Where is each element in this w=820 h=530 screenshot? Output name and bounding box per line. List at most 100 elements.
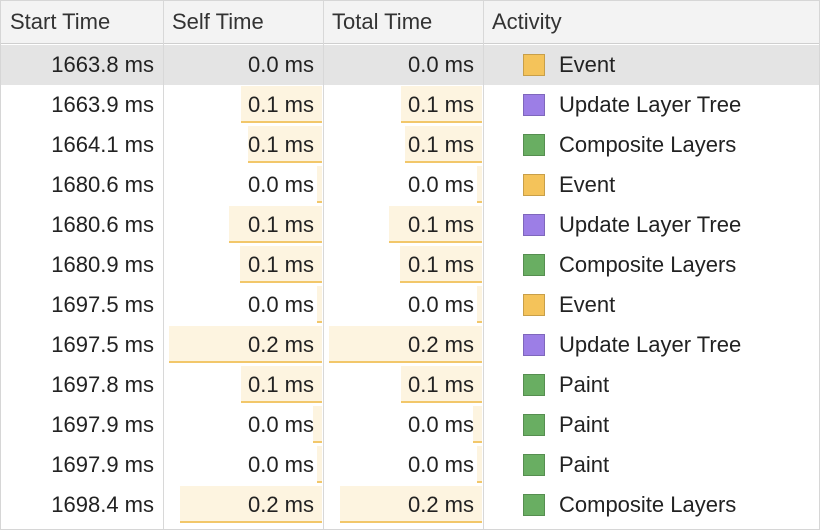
start-time-cell: 1697.9 ms: [1, 405, 163, 445]
self-time-cell: 0.1 ms: [163, 245, 323, 285]
table-row[interactable]: 1697.5 ms 0.0 ms 0.0 ms Event: [1, 285, 819, 325]
composite-layers-swatch-icon: [523, 134, 545, 156]
column-divider[interactable]: [483, 1, 484, 529]
start-time-cell-text: 1697.9 ms: [51, 452, 154, 477]
total-time-cell-text: 0.0 ms: [407, 52, 474, 77]
table-row[interactable]: 1680.9 ms 0.1 ms 0.1 ms Composite Layers: [1, 245, 819, 285]
self-time-cell: 0.0 ms: [163, 445, 323, 485]
update-layer-tree-swatch-icon: [523, 214, 545, 236]
start-time-cell: 1680.6 ms: [1, 165, 163, 205]
start-time-cell-text: 1680.6 ms: [51, 212, 154, 237]
start-time-cell: 1698.4 ms: [1, 485, 163, 525]
table-row[interactable]: 1663.9 ms 0.1 ms 0.1 ms Update Layer Tree: [1, 85, 819, 125]
total-time-cell: 0.0 ms: [323, 165, 483, 205]
self-time-cell: 0.1 ms: [163, 125, 323, 165]
table-row[interactable]: 1680.6 ms 0.0 ms 0.0 ms Event: [1, 165, 819, 205]
activity-label: Paint: [559, 412, 610, 437]
total-time-cell: 0.1 ms: [323, 365, 483, 405]
activity-label: Paint: [559, 372, 610, 397]
table-row[interactable]: 1663.8 ms 0.0 ms 0.0 ms Event: [1, 45, 819, 85]
total-time-cell: 0.0 ms: [323, 45, 483, 85]
total-time-cell-text: 0.1 ms: [407, 132, 474, 157]
paint-swatch-icon: [523, 414, 545, 436]
start-time-cell-text: 1697.8 ms: [51, 372, 154, 397]
start-time-cell: 1697.9 ms: [1, 445, 163, 485]
self-time-cell: 0.2 ms: [163, 325, 323, 365]
table-row[interactable]: 1680.6 ms 0.1 ms 0.1 ms Update Layer Tree: [1, 205, 819, 245]
start-time-cell-text: 1680.9 ms: [51, 252, 154, 277]
activity-label: Update Layer Tree: [559, 92, 742, 117]
activity-label: Composite Layers: [559, 132, 737, 157]
self-time-cell-text: 0.1 ms: [247, 92, 314, 117]
table-row[interactable]: 1698.4 ms 0.2 ms 0.2 ms Composite Layers: [1, 485, 819, 525]
total-time-cell: 0.0 ms: [323, 405, 483, 445]
self-time-cell-text: 0.1 ms: [247, 132, 314, 157]
self-time-cell-text: 0.1 ms: [247, 372, 314, 397]
table-row[interactable]: 1697.5 ms 0.2 ms 0.2 ms Update Layer Tree: [1, 325, 819, 365]
start-time-cell-text: 1697.9 ms: [51, 412, 154, 437]
table-header: Start Time Self Time Total Time Activity: [1, 1, 819, 44]
total-time-cell-text: 0.0 ms: [407, 292, 474, 317]
self-time-cell-text: 0.1 ms: [247, 212, 314, 237]
column-header-self-time[interactable]: Self Time: [163, 1, 323, 43]
activity-label: Composite Layers: [559, 492, 737, 517]
total-time-cell-text: 0.2 ms: [407, 492, 474, 517]
self-time-cell-text: 0.0 ms: [247, 52, 314, 77]
event-log-table: Start Time Self Time Total Time Activity…: [0, 0, 820, 530]
activity-label: Composite Layers: [559, 252, 737, 277]
table-row[interactable]: 1664.1 ms 0.1 ms 0.1 ms Composite Layers: [1, 125, 819, 165]
start-time-cell: 1663.9 ms: [1, 85, 163, 125]
event-swatch-icon: [523, 294, 545, 316]
start-time-cell-text: 1697.5 ms: [51, 292, 154, 317]
composite-layers-swatch-icon: [523, 494, 545, 516]
self-time-cell: 0.0 ms: [163, 285, 323, 325]
start-time-cell: 1680.6 ms: [1, 205, 163, 245]
start-time-cell: 1663.8 ms: [1, 45, 163, 85]
start-time-cell: 1697.8 ms: [1, 365, 163, 405]
composite-layers-swatch-icon: [523, 254, 545, 276]
self-time-cell-text: 0.1 ms: [247, 252, 314, 277]
self-time-cell: 0.1 ms: [163, 205, 323, 245]
paint-swatch-icon: [523, 454, 545, 476]
total-time-cell-text: 0.0 ms: [407, 452, 474, 477]
self-time-cell-text: 0.2 ms: [247, 332, 314, 357]
start-time-cell: 1697.5 ms: [1, 285, 163, 325]
paint-swatch-icon: [523, 374, 545, 396]
column-header-start-time[interactable]: Start Time: [1, 1, 163, 43]
self-time-cell: 0.1 ms: [163, 85, 323, 125]
table-row[interactable]: 1697.9 ms 0.0 ms 0.0 ms Paint: [1, 445, 819, 485]
total-time-cell-text: 0.0 ms: [407, 412, 474, 437]
column-divider[interactable]: [323, 1, 324, 529]
table-row[interactable]: 1697.9 ms 0.0 ms 0.0 ms Paint: [1, 405, 819, 445]
table-row[interactable]: 1697.8 ms 0.1 ms 0.1 ms Paint: [1, 365, 819, 405]
start-time-cell: 1697.5 ms: [1, 325, 163, 365]
total-time-cell: 0.0 ms: [323, 445, 483, 485]
total-time-cell-text: 0.0 ms: [407, 172, 474, 197]
activity-label: Paint: [559, 452, 610, 477]
start-time-cell: 1680.9 ms: [1, 245, 163, 285]
event-swatch-icon: [523, 54, 545, 76]
self-time-cell-text: 0.0 ms: [247, 292, 314, 317]
column-header-total-time[interactable]: Total Time: [323, 1, 483, 43]
activity-label: Update Layer Tree: [559, 212, 742, 237]
start-time-cell-text: 1680.6 ms: [51, 172, 154, 197]
self-time-cell-text: 0.0 ms: [247, 412, 314, 437]
event-swatch-icon: [523, 174, 545, 196]
start-time-cell-text: 1664.1 ms: [51, 132, 154, 157]
update-layer-tree-swatch-icon: [523, 94, 545, 116]
start-time-cell-text: 1663.8 ms: [51, 52, 154, 77]
column-divider[interactable]: [163, 1, 164, 529]
self-time-cell-text: 0.2 ms: [247, 492, 314, 517]
self-time-cell: 0.0 ms: [163, 45, 323, 85]
total-time-cell-text: 0.1 ms: [407, 372, 474, 397]
total-time-cell: 0.1 ms: [323, 245, 483, 285]
column-header-activity[interactable]: Activity: [483, 1, 819, 43]
total-time-cell: 0.0 ms: [323, 285, 483, 325]
total-time-cell: 0.1 ms: [323, 85, 483, 125]
self-time-cell: 0.2 ms: [163, 485, 323, 525]
start-time-cell-text: 1697.5 ms: [51, 332, 154, 357]
total-time-cell-text: 0.1 ms: [407, 92, 474, 117]
update-layer-tree-swatch-icon: [523, 334, 545, 356]
self-time-cell: 0.1 ms: [163, 365, 323, 405]
activity-label: Event: [559, 292, 616, 317]
